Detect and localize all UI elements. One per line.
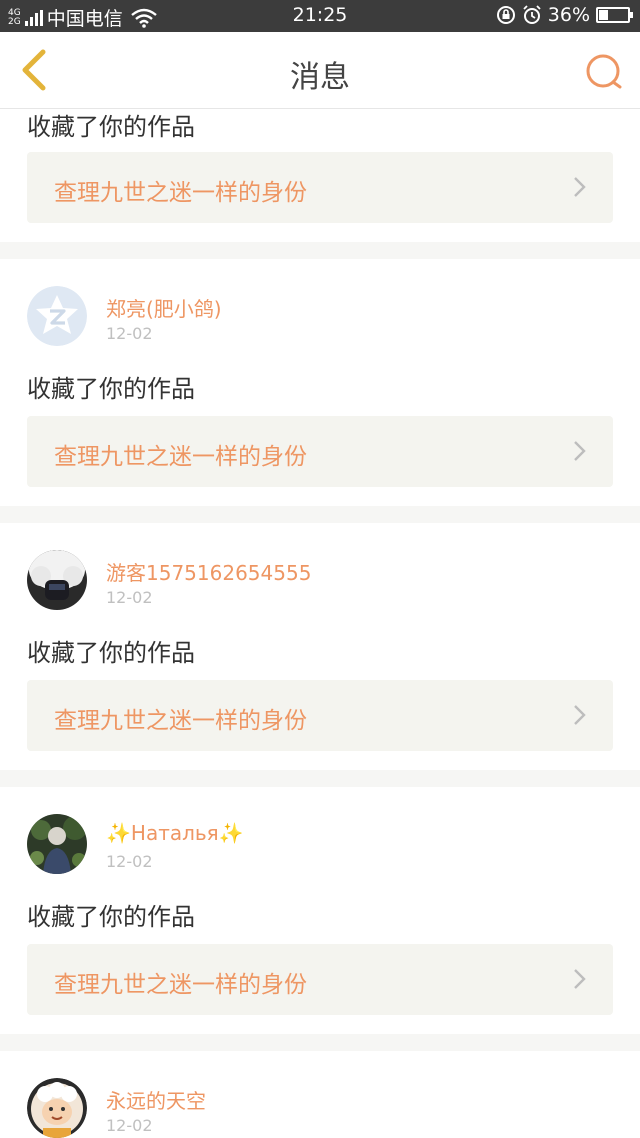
user-photo-avatar	[27, 550, 87, 610]
list-divider	[0, 770, 640, 787]
work-title: 查理九世之迷一样的身份	[54, 972, 307, 998]
chevron-right-icon	[574, 969, 586, 989]
status-right: 36%	[496, 4, 633, 26]
qq-avatar-icon	[27, 286, 87, 346]
list-divider	[0, 242, 640, 259]
avatar[interactable]	[27, 550, 87, 610]
nav-bar: 消息	[0, 32, 640, 109]
message-card: 永远的天空 12-02	[0, 1051, 640, 1138]
chevron-right-icon	[574, 441, 586, 461]
screen: 4G 2G 中国电信 21:25 36% 消息 收藏了你的作品 查理九世之迷一样…	[0, 0, 640, 1138]
work-title: 查理九世之迷一样的身份	[54, 708, 307, 734]
message-card: 郑亮(肥小鸽) 12-02 收藏了你的作品 查理九世之迷一样的身份	[0, 259, 640, 506]
alarm-icon	[523, 5, 541, 24]
page-title: 消息	[290, 60, 350, 95]
status-bar: 4G 2G 中国电信 21:25 36%	[0, 0, 640, 32]
message-action: 收藏了你的作品	[27, 639, 195, 667]
rotation-lock-icon	[496, 6, 515, 24]
work-link[interactable]: 查理九世之迷一样的身份	[27, 416, 613, 487]
message-action: 收藏了你的作品	[27, 113, 195, 141]
message-card: ✨Наталья✨ 12-02 收藏了你的作品 查理九世之迷一样的身份	[0, 787, 640, 1034]
message-date: 12-02	[106, 852, 153, 871]
user-name[interactable]: 永远的天空	[106, 1085, 206, 1114]
avatar[interactable]	[27, 286, 87, 346]
list-divider	[0, 506, 640, 523]
message-date: 12-02	[106, 588, 153, 607]
message-card: 收藏了你的作品 查理九世之迷一样的身份	[0, 109, 640, 242]
chevron-right-icon	[574, 705, 586, 725]
message-action: 收藏了你的作品	[27, 375, 195, 403]
message-action: 收藏了你的作品	[27, 903, 195, 931]
avatar[interactable]	[27, 814, 87, 874]
message-date: 12-02	[106, 324, 153, 343]
work-link[interactable]: 查理九世之迷一样的身份	[27, 680, 613, 751]
work-link[interactable]: 查理九世之迷一样的身份	[27, 152, 613, 223]
work-link[interactable]: 查理九世之迷一样的身份	[27, 944, 613, 1015]
work-title: 查理九世之迷一样的身份	[54, 180, 307, 206]
avatar[interactable]	[27, 1078, 87, 1138]
message-card: 游客1575162654555 12-02 收藏了你的作品 查理九世之迷一样的身…	[0, 523, 640, 770]
message-date: 12-02	[106, 1116, 153, 1135]
chevron-right-icon	[574, 177, 586, 197]
user-name[interactable]: 游客1575162654555	[106, 557, 311, 586]
message-list: 收藏了你的作品 查理九世之迷一样的身份 郑亮(肥小鸽) 12-02 收藏了你的作…	[0, 109, 640, 1138]
user-name[interactable]: ✨Наталья✨	[106, 821, 244, 845]
user-photo-avatar	[27, 814, 87, 874]
list-divider	[0, 1034, 640, 1051]
battery-level	[599, 10, 608, 20]
battery-percent: 36%	[547, 4, 590, 26]
search-icon	[586, 54, 622, 89]
work-title: 查理九世之迷一样的身份	[54, 444, 307, 470]
user-name[interactable]: 郑亮(肥小鸽)	[106, 293, 222, 322]
cartoon-avatar	[27, 1078, 87, 1138]
search-button[interactable]	[582, 50, 626, 94]
battery-icon	[596, 7, 633, 23]
